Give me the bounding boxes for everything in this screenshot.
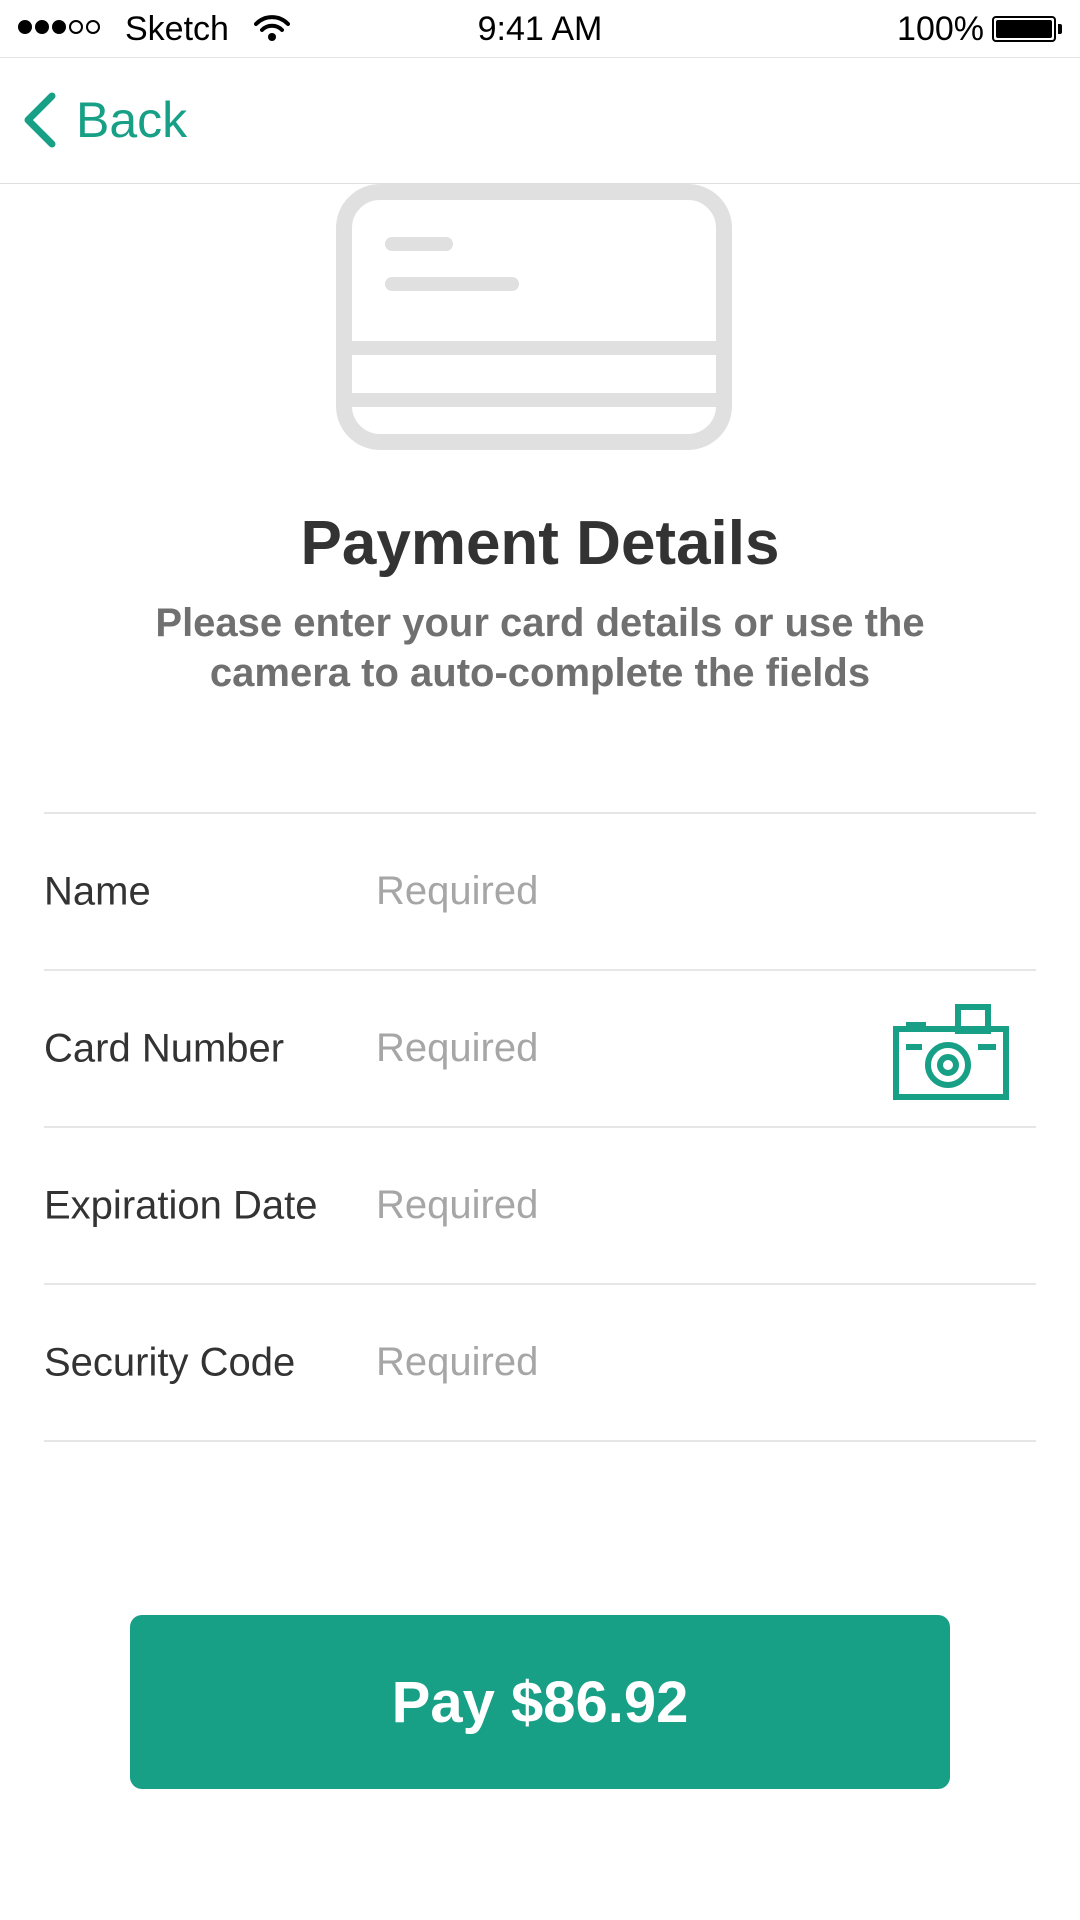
card-number-label: Card Number xyxy=(44,1026,285,1070)
navigation-bar: Back xyxy=(0,58,1080,184)
payment-form: Name Card Number Expiration Date Securit… xyxy=(44,812,1036,1442)
form-row-security-code: Security Code xyxy=(44,1285,1036,1442)
credit-card-icon xyxy=(336,184,732,450)
battery-percentage: 100% xyxy=(897,10,984,48)
name-label: Name xyxy=(44,869,151,913)
battery-icon xyxy=(992,16,1064,42)
security-code-field[interactable] xyxy=(376,1332,876,1393)
page-subtitle: Please enter your card details or use th… xyxy=(155,601,925,695)
back-button[interactable]: Back xyxy=(20,88,187,152)
status-bar: Sketch 9:41 AM 100% xyxy=(0,0,1080,58)
name-field[interactable] xyxy=(376,861,876,922)
pay-button-label: Pay $86.92 xyxy=(391,1669,689,1735)
form-row-expiration-date: Expiration Date xyxy=(44,1128,1036,1285)
form-row-name: Name xyxy=(44,814,1036,971)
security-code-label: Security Code xyxy=(44,1340,296,1384)
pay-button[interactable]: Pay $86.92 xyxy=(130,1615,950,1789)
expiration-date-field[interactable] xyxy=(376,1175,876,1236)
form-row-card-number: Card Number xyxy=(44,971,1036,1128)
page-title: Payment Details xyxy=(300,509,780,578)
card-number-field[interactable] xyxy=(376,1018,876,1079)
camera-icon[interactable] xyxy=(892,1003,1010,1101)
expiration-date-label: Expiration Date xyxy=(44,1183,318,1227)
back-label: Back xyxy=(76,92,188,148)
chevron-left-icon xyxy=(24,92,56,148)
